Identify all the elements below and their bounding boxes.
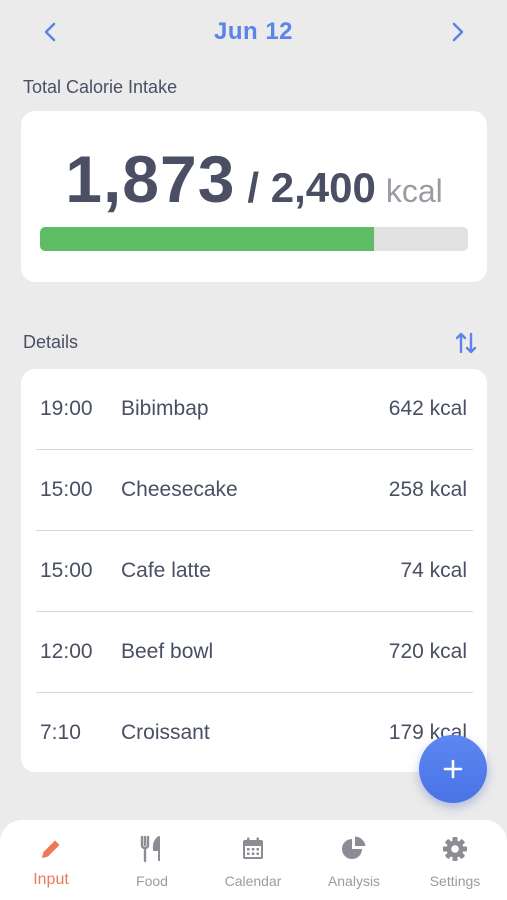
gear-icon — [443, 837, 467, 861]
calendar-icon — [243, 837, 263, 859]
entry-kcal: 720 kcal — [388, 640, 467, 663]
tab-input[interactable]: Input — [1, 834, 101, 894]
entry-time: 15:00 — [40, 559, 93, 582]
goal-value: / 2,400 — [247, 164, 376, 211]
plus-icon — [443, 759, 463, 779]
add-entry-button[interactable] — [419, 735, 487, 803]
pie-chart-icon — [342, 836, 366, 859]
entry-time: 15:00 — [40, 478, 93, 501]
fork-knife-icon — [140, 835, 160, 863]
calorie-progress-bar — [40, 227, 468, 251]
current-date[interactable]: Jun 12 — [214, 18, 293, 46]
bottom-tab-bar: Input Food Calendar Analysis Settings — [0, 820, 507, 900]
total-calorie-card: 1,873 / 2,400 kcal — [21, 111, 487, 282]
entry-food: Beef bowl — [121, 640, 214, 663]
tab-label: Calendar — [224, 873, 282, 889]
entry-food: Croissant — [121, 721, 210, 744]
pencil-icon — [42, 840, 60, 858]
intake-value: 1,873 — [65, 142, 236, 216]
tab-label: Analysis — [327, 873, 381, 889]
sort-button[interactable] — [452, 328, 480, 358]
sort-arrows-icon — [455, 332, 477, 354]
list-item[interactable]: 15:00 Cafe latte 74 kcal — [21, 531, 487, 611]
details-label: Details — [23, 332, 79, 352]
entry-time: 19:00 — [40, 397, 93, 420]
chevron-left-icon — [44, 22, 56, 42]
entry-kcal: 642 kcal — [388, 397, 467, 420]
entry-food: Bibimbap — [121, 397, 209, 420]
list-item[interactable]: 12:00 Beef bowl 720 kcal — [21, 612, 487, 692]
calorie-progress-fill — [40, 227, 374, 251]
entry-time: 7:10 — [40, 721, 81, 744]
date-header: Jun 12 — [0, 0, 507, 64]
list-item[interactable]: 15:00 Cheesecake 258 kcal — [21, 450, 487, 530]
list-item[interactable]: 19:00 Bibimbap 642 kcal — [21, 369, 487, 449]
tab-settings[interactable]: Settings — [405, 834, 505, 894]
tab-label: Input — [33, 871, 69, 888]
list-item[interactable]: 7:10 Croissant 179 kcal — [21, 693, 487, 773]
entry-kcal: 258 kcal — [388, 478, 467, 501]
tab-analysis[interactable]: Analysis — [304, 834, 404, 894]
details-list: 19:00 Bibimbap 642 kcal 15:00 Cheesecake… — [21, 369, 487, 772]
total-calorie-label: Total Calorie Intake — [23, 77, 178, 97]
entry-time: 12:00 — [40, 640, 93, 663]
entry-kcal: 74 kcal — [400, 559, 467, 582]
tab-calendar[interactable]: Calendar — [203, 834, 303, 894]
entry-food: Cheesecake — [121, 478, 238, 501]
tab-food[interactable]: Food — [102, 834, 202, 894]
chevron-right-icon — [452, 22, 464, 42]
previous-day-button[interactable] — [36, 18, 64, 46]
entry-food: Cafe latte — [121, 559, 211, 582]
tab-label: Settings — [429, 873, 481, 889]
calorie-summary: 1,873 / 2,400 kcal — [21, 141, 487, 217]
next-day-button[interactable] — [444, 18, 472, 46]
tab-label: Food — [136, 873, 168, 889]
calorie-unit: kcal — [385, 173, 443, 209]
